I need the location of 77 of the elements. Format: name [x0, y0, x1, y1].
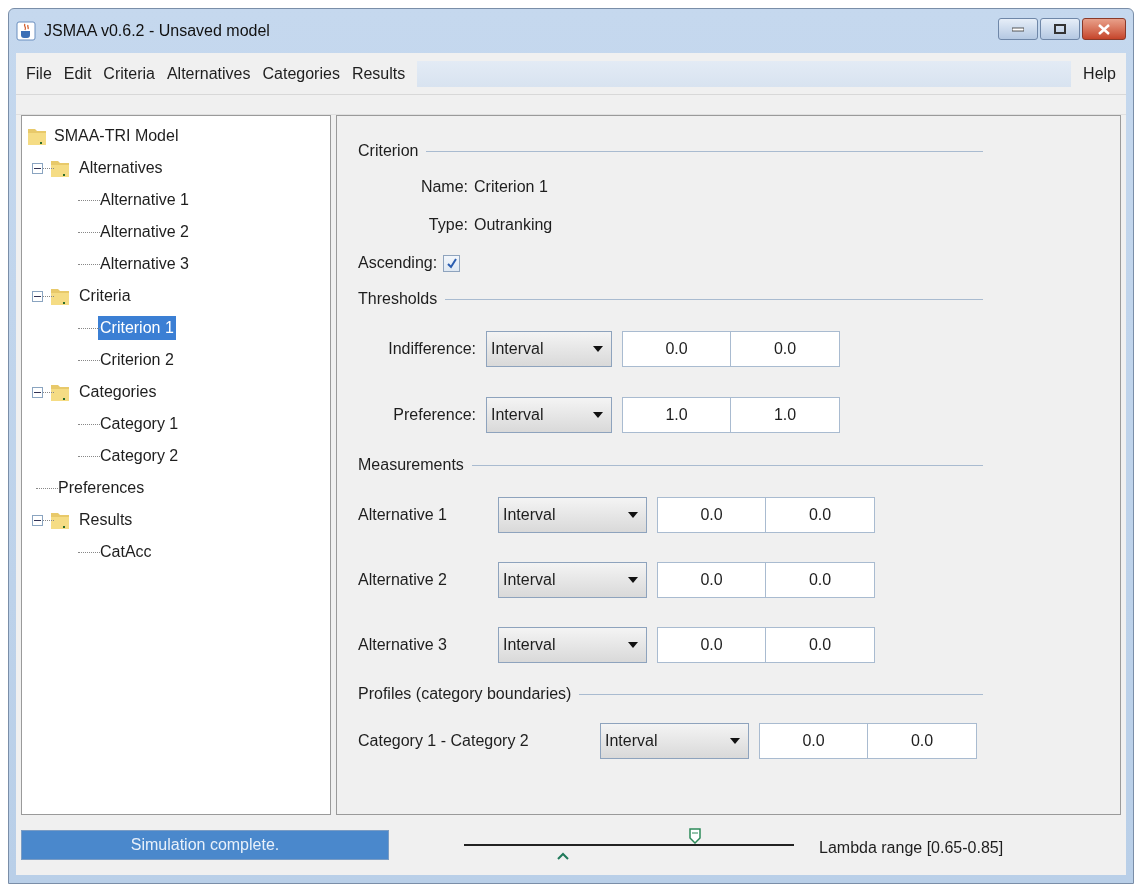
field-label: Alternative 3: [358, 634, 448, 655]
number-field[interactable]: 0.0: [868, 723, 977, 759]
collapse-toggle[interactable]: [32, 162, 43, 174]
field-label: Category 1 - Category 2: [358, 731, 530, 751]
number-field[interactable]: 1.0: [622, 397, 731, 433]
tree-item[interactable]: SMAA-TRI Model: [52, 124, 181, 148]
number-field[interactable]: 1.0: [731, 397, 840, 433]
coffee-cup-icon: [16, 21, 36, 41]
maximize-button[interactable]: [1040, 18, 1080, 40]
field-label: Name:: [419, 177, 468, 197]
section-heading: Measurements: [358, 455, 464, 475]
minimize-icon: [1012, 26, 1024, 32]
field-label: Ascending:: [358, 253, 438, 273]
tree-item[interactable]: Categories: [77, 380, 159, 404]
menu-item[interactable]: Results: [345, 61, 412, 86]
type-dropdown[interactable]: Interval: [498, 626, 647, 663]
number-field[interactable]: 0.0: [622, 331, 731, 367]
maximize-icon: [1054, 24, 1066, 34]
type-dropdown[interactable]: Interval: [498, 561, 647, 598]
close-button[interactable]: [1082, 18, 1126, 40]
section-heading: Profiles (category boundaries): [358, 684, 572, 704]
tree-item[interactable]: Preferences: [56, 476, 147, 500]
caret-icon: [628, 576, 638, 583]
close-icon: [1098, 23, 1110, 35]
number-field[interactable]: 0.0: [766, 496, 875, 533]
menu-item[interactable]: Alternatives: [160, 61, 257, 86]
caret-icon: [628, 641, 638, 648]
tree-item[interactable]: Alternative 1: [98, 188, 191, 212]
slider-thumb[interactable]: [689, 828, 701, 844]
collapse-toggle[interactable]: [32, 514, 43, 526]
tree-item[interactable]: CatAcc: [98, 540, 154, 564]
collapse-toggle[interactable]: [32, 290, 43, 302]
number-field[interactable]: 0.0: [657, 561, 766, 598]
number-field[interactable]: 0.0: [731, 331, 840, 367]
section-heading: Thresholds: [358, 289, 438, 309]
tree-item[interactable]: Alternative 3: [98, 252, 191, 276]
field-label: Type:: [427, 215, 468, 235]
field-label: Preference:: [392, 405, 476, 425]
caret-icon: [593, 346, 603, 352]
field-label: Alternative 1: [358, 504, 448, 525]
tree-item[interactable]: Category 2: [98, 444, 181, 468]
type-dropdown[interactable]: Interval: [600, 723, 749, 759]
window-title: JSMAA v0.6.2 - Unsaved model: [44, 21, 270, 41]
collapse-toggle[interactable]: [32, 386, 43, 398]
tree-item[interactable]: Alternatives: [77, 156, 165, 180]
tree-item[interactable]: Alternative 2: [98, 220, 191, 244]
caret-icon: [593, 412, 603, 418]
field-label: Indifference:: [387, 339, 476, 359]
menu-item[interactable]: Criteria: [97, 61, 161, 86]
menu-item[interactable]: Edit: [57, 61, 98, 86]
field-label: Alternative 2: [358, 569, 448, 590]
number-field[interactable]: 0.0: [657, 626, 766, 663]
menu-item[interactable]: Help: [1077, 61, 1122, 86]
slider-track[interactable]: [464, 828, 794, 862]
ascending-checkbox[interactable]: [443, 254, 461, 272]
tree-item[interactable]: Results: [77, 508, 135, 532]
tree-item[interactable]: Criterion 2: [98, 348, 176, 372]
number-field[interactable]: 0.0: [766, 626, 875, 663]
tree-item[interactable]: Category 1: [98, 412, 181, 436]
number-field[interactable]: 0.0: [766, 561, 875, 598]
number-field[interactable]: 0.0: [759, 723, 868, 759]
caret-icon: [730, 738, 740, 744]
caret-icon: [628, 511, 638, 518]
tree-item[interactable]: Criteria: [77, 284, 133, 308]
section-heading: Criterion: [358, 141, 419, 161]
slider-thumb[interactable]: [557, 852, 569, 860]
type-dropdown[interactable]: Interval: [498, 496, 647, 533]
field-value: Outranking: [474, 215, 553, 235]
tree-item[interactable]: Criterion 1: [98, 316, 176, 340]
field-value: Criterion 1: [474, 177, 548, 197]
type-dropdown[interactable]: Interval: [486, 397, 612, 433]
status-message: Simulation complete.: [21, 830, 389, 860]
menu-item[interactable]: File: [20, 61, 58, 86]
number-field[interactable]: 0.0: [657, 496, 766, 533]
menu-item[interactable]: Categories: [256, 61, 346, 86]
lambda-range-label: Lambda range [0.65-0.85]: [819, 838, 1004, 858]
type-dropdown[interactable]: Interval: [486, 331, 612, 367]
